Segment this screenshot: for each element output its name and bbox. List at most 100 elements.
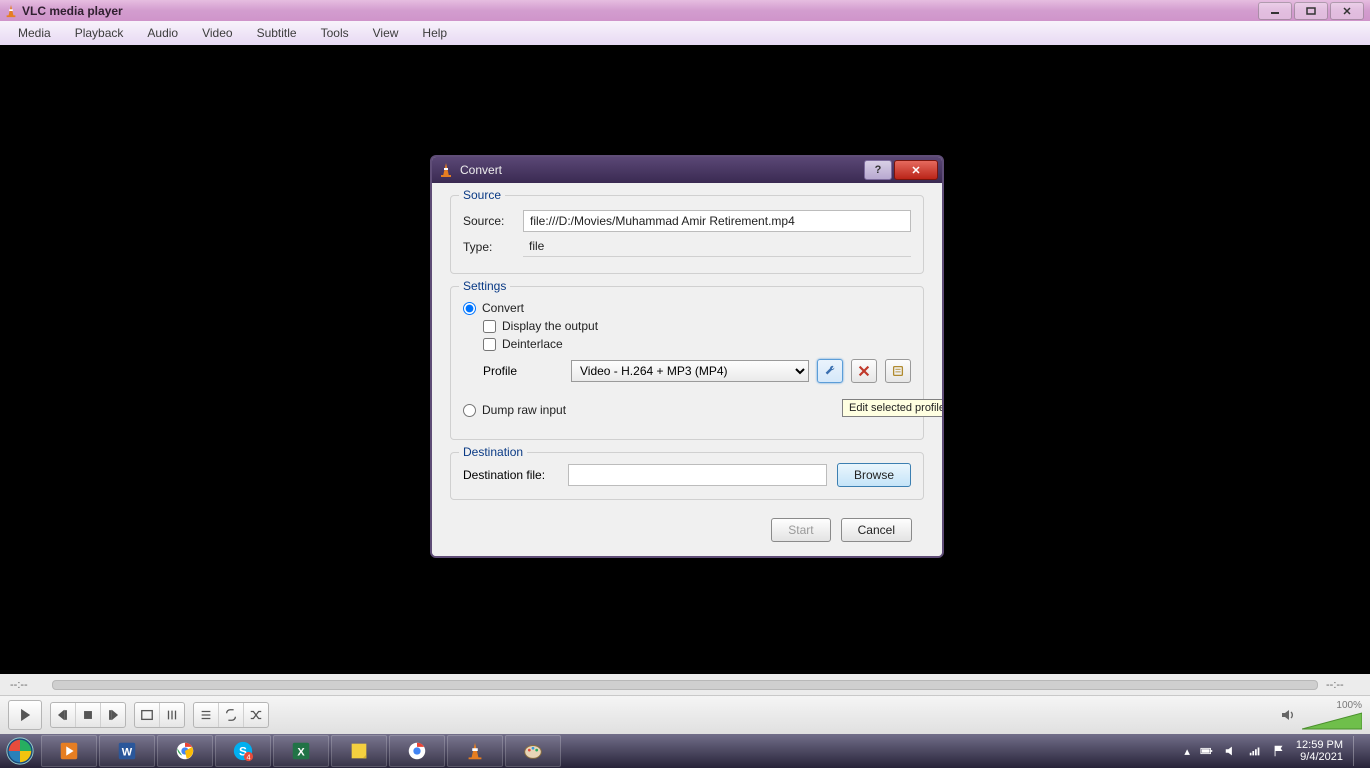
next-button[interactable] xyxy=(101,703,125,727)
menu-view[interactable]: View xyxy=(361,24,411,42)
start-button[interactable] xyxy=(0,734,40,768)
dump-raw-radio[interactable] xyxy=(463,404,476,417)
taskbar-chrome[interactable] xyxy=(157,735,213,767)
previous-button[interactable] xyxy=(51,703,76,727)
dialog-close-button[interactable]: ✕ xyxy=(894,160,938,180)
destination-fieldset: Destination Destination file: Browse xyxy=(450,452,924,500)
time-remaining: --:-- xyxy=(1326,679,1360,691)
convert-radio-row[interactable]: Convert xyxy=(463,301,911,315)
menu-audio[interactable]: Audio xyxy=(135,24,190,42)
type-label: Type: xyxy=(463,240,513,254)
menu-subtitle[interactable]: Subtitle xyxy=(245,24,309,42)
dialog-titlebar[interactable]: Convert ? ✕ xyxy=(432,157,942,183)
taskbar-skype[interactable]: S4 xyxy=(215,735,271,767)
wifi-icon[interactable] xyxy=(1248,744,1262,758)
windows-orb-icon xyxy=(5,736,35,766)
loop-button[interactable] xyxy=(219,703,244,727)
source-input[interactable] xyxy=(523,210,911,232)
taskbar-paint[interactable] xyxy=(505,735,561,767)
source-label: Source: xyxy=(463,214,513,228)
app-title: VLC media player xyxy=(22,4,123,18)
svg-text:W: W xyxy=(122,747,133,759)
edit-profile-button[interactable] xyxy=(817,359,843,383)
display-output-checkbox[interactable] xyxy=(483,320,496,333)
profile-label: Profile xyxy=(483,364,563,378)
settings-legend: Settings xyxy=(459,279,510,293)
dialog-title: Convert xyxy=(460,163,862,177)
player-controls: 100% xyxy=(0,695,1370,734)
playlist-group xyxy=(193,702,269,728)
deinterlace-row[interactable]: Deinterlace xyxy=(483,337,911,351)
clock-date: 9/4/2021 xyxy=(1296,751,1343,763)
show-desktop-button[interactable] xyxy=(1353,736,1362,766)
skip-group xyxy=(50,702,126,728)
profile-select[interactable]: Video - H.264 + MP3 (MP4) xyxy=(571,360,809,382)
system-clock[interactable]: 12:59 PM 9/4/2021 xyxy=(1296,739,1343,763)
convert-label: Convert xyxy=(482,301,524,315)
seek-bar-row: --:-- --:-- xyxy=(0,674,1370,696)
cancel-button[interactable]: Cancel xyxy=(841,518,912,542)
window-close-button[interactable] xyxy=(1330,2,1364,20)
fullscreen-button[interactable] xyxy=(135,703,160,727)
start-button[interactable]: Start xyxy=(771,518,830,542)
taskbar-sticky-notes[interactable] xyxy=(331,735,387,767)
svg-text:X: X xyxy=(297,747,305,759)
flag-icon[interactable] xyxy=(1272,744,1286,758)
shuffle-button[interactable] xyxy=(244,703,268,727)
menu-video[interactable]: Video xyxy=(190,24,244,42)
destination-file-label: Destination file: xyxy=(463,468,558,482)
clock-time: 12:59 PM xyxy=(1296,739,1343,751)
battery-icon[interactable] xyxy=(1200,744,1214,758)
deinterlace-checkbox[interactable] xyxy=(483,338,496,351)
taskbar-chrome-2[interactable] xyxy=(389,735,445,767)
taskbar-word[interactable]: W xyxy=(99,735,155,767)
play-button[interactable] xyxy=(8,700,42,730)
dialog-help-button[interactable]: ? xyxy=(864,160,892,180)
volume-slider[interactable] xyxy=(1302,711,1362,731)
source-legend: Source xyxy=(459,188,505,202)
destination-file-input[interactable] xyxy=(568,464,827,486)
menu-media[interactable]: Media xyxy=(6,24,63,42)
window-maximize-button[interactable] xyxy=(1294,2,1328,20)
speaker-icon[interactable] xyxy=(1280,707,1296,723)
time-elapsed: --:-- xyxy=(10,679,44,691)
edit-profile-tooltip: Edit selected profile xyxy=(842,399,944,417)
menu-tools[interactable]: Tools xyxy=(309,24,361,42)
source-fieldset: Source Source: Type: file xyxy=(450,195,924,274)
volume-percent: 100% xyxy=(1336,700,1362,711)
display-output-row[interactable]: Display the output xyxy=(483,319,911,333)
extended-settings-button[interactable] xyxy=(160,703,184,727)
delete-x-icon xyxy=(857,364,871,378)
seek-slider[interactable] xyxy=(52,680,1318,690)
display-output-label: Display the output xyxy=(502,319,598,333)
windows-taskbar: W S4 X ▴ 12:59 PM 9/4/2021 xyxy=(0,734,1370,768)
new-profile-icon xyxy=(891,364,905,378)
view-group xyxy=(134,702,185,728)
delete-profile-button[interactable] xyxy=(851,359,877,383)
svg-text:4: 4 xyxy=(246,752,250,761)
vlc-cone-icon xyxy=(438,162,454,178)
convert-radio[interactable] xyxy=(463,302,476,315)
os-title-bar: VLC media player xyxy=(0,0,1370,21)
taskbar-media-player[interactable] xyxy=(41,735,97,767)
taskbar-excel[interactable]: X xyxy=(273,735,329,767)
deinterlace-label: Deinterlace xyxy=(502,337,563,351)
playlist-button[interactable] xyxy=(194,703,219,727)
wrench-icon xyxy=(823,364,837,378)
menu-help[interactable]: Help xyxy=(410,24,459,42)
window-minimize-button[interactable] xyxy=(1258,2,1292,20)
browse-button[interactable]: Browse xyxy=(837,463,911,487)
taskbar-vlc[interactable] xyxy=(447,735,503,767)
menu-playback[interactable]: Playback xyxy=(63,24,136,42)
tray-volume-icon[interactable] xyxy=(1224,744,1238,758)
new-profile-button[interactable] xyxy=(885,359,911,383)
convert-dialog: Convert ? ✕ Source Source: Type: file Se… xyxy=(430,155,944,558)
stop-button[interactable] xyxy=(76,703,101,727)
dump-raw-label: Dump raw input xyxy=(482,403,566,417)
tray-show-hidden-icon[interactable]: ▴ xyxy=(1184,745,1190,758)
type-value: file xyxy=(523,236,911,257)
menu-bar: Media Playback Audio Video Subtitle Tool… xyxy=(0,21,1370,46)
destination-legend: Destination xyxy=(459,445,527,459)
vlc-cone-icon xyxy=(4,4,18,18)
system-tray: ▴ 12:59 PM 9/4/2021 xyxy=(1176,736,1370,766)
